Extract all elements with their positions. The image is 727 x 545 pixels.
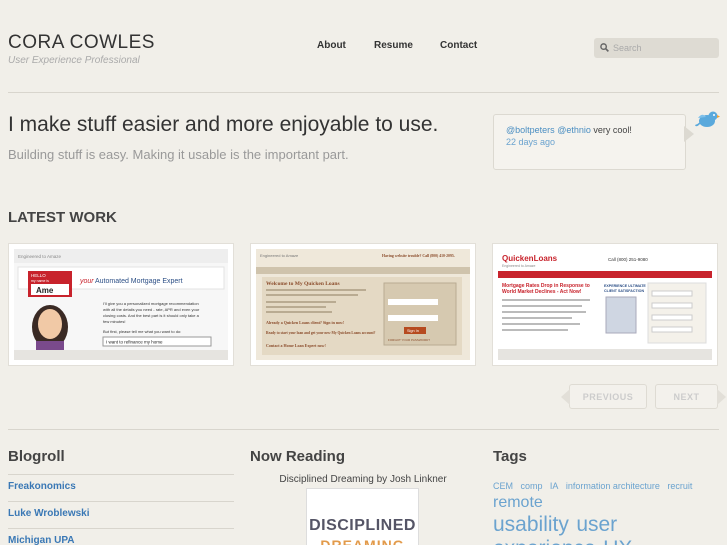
tag-link[interactable]: comp [520, 481, 542, 491]
thumb-award: EXPERIENCE ULTIMATE [604, 284, 646, 288]
thumb-logo: QuickenLoans [502, 254, 558, 263]
tweet-mention-link[interactable]: @ethnio [557, 125, 591, 135]
thumb-body-line: with all the details you need - rate, AP… [103, 307, 200, 312]
thumb-call: Call (800) 251-9080 [608, 257, 648, 262]
search-input[interactable] [613, 43, 713, 53]
thumb-body-line: I'll give you a personalized mortgage re… [103, 301, 199, 306]
search-icon [600, 39, 609, 57]
nav-about-link[interactable]: About [317, 40, 346, 51]
thumb-select: I want to refinance my home [106, 340, 163, 345]
previous-label: PREVIOUS [582, 391, 634, 402]
carousel-next-button[interactable]: NEXT [655, 384, 726, 409]
book-cover-title: DISCIPLINED [309, 517, 416, 534]
site-title[interactable]: CORA COWLES [8, 32, 155, 54]
twitter-bird-icon [694, 108, 720, 135]
blogroll-divider [8, 474, 234, 475]
tweet-bubble-tail [684, 126, 694, 142]
thumb-prompt: But first, please tell me what you want … [103, 329, 181, 334]
tag-link[interactable]: recruit [667, 481, 692, 491]
thumb-badge-subtitle: my name is [31, 279, 49, 283]
tag-link[interactable]: CEM [493, 481, 513, 491]
thumb-title-your: your [79, 278, 94, 285]
book-caption: Disciplined Dreaming by Josh Linkner [279, 474, 447, 485]
tag-link[interactable]: remote [493, 494, 543, 511]
thumb-badge-name: Ame [36, 286, 54, 295]
tag-link[interactable]: experience [493, 537, 596, 545]
site-tagline: User Experience Professional [8, 55, 140, 66]
latest-work-heading: LATEST WORK [8, 209, 117, 226]
thumb-brand: Engineered to Amaze [260, 253, 299, 258]
nav-contact-link[interactable]: Contact [440, 40, 477, 51]
thumb-cta: Contact a Home Loan Expert now! [266, 343, 326, 348]
hero-subheadline: Building stuff is easy. Making it usable… [8, 147, 349, 162]
tag-link[interactable]: IA [550, 481, 559, 491]
thumb-brand: Engineered to Amaze [18, 254, 62, 259]
section-divider [8, 429, 719, 430]
search-box[interactable] [594, 38, 719, 58]
thumb-signin: Sign In [407, 329, 419, 333]
thumb-badge-hello: HELLO [31, 273, 46, 278]
tag-link[interactable]: usability [493, 513, 569, 536]
tweet-timestamp-link[interactable]: 22 days ago [506, 137, 673, 147]
tweet-text: very cool! [590, 125, 632, 135]
thumb-logo-sub: Engineered to Amaze [502, 264, 536, 268]
thumb-headline: World Market Declines - Act Now! [502, 289, 582, 295]
nav-resume-link[interactable]: Resume [374, 40, 413, 51]
arrow-right-icon [717, 389, 726, 405]
book-cover-title: DREAMING [320, 537, 405, 545]
thumb-heading: Welcome to My Quicken Loans [266, 281, 340, 287]
next-label: NEXT [673, 391, 700, 402]
book-cover[interactable]: DISCIPLINED DREAMING [306, 488, 419, 545]
now-reading-heading: Now Reading [250, 448, 346, 465]
carousel-previous-button[interactable]: PREVIOUS [561, 384, 647, 409]
work-thumbnail-my-quicken-loans[interactable]: Engineered to Amaze Having website troub… [250, 243, 476, 366]
tag-link[interactable]: user [576, 513, 617, 536]
thumb-help: Having website trouble? Call (800) 410-2… [382, 254, 455, 258]
hero-headline: I make stuff easier and more enjoyable t… [8, 113, 439, 136]
thumb-award: CLIENT SATISFACTION [604, 289, 644, 293]
thumb-forgot: FORGOT YOUR PASSWORD? [388, 338, 430, 342]
work-thumbnail-mortgage-expert[interactable]: Engineered to Amaze HELLO my name is Ame… [8, 243, 234, 366]
tweet-mention-link[interactable]: @boltpeters [506, 125, 555, 135]
thumb-title: Automated Mortgage Expert [95, 278, 183, 285]
tag-link[interactable]: information architecture [566, 481, 660, 491]
thumb-cta: Already a Quicken Loans client? Sign in … [266, 320, 344, 325]
arrow-left-icon [561, 389, 570, 405]
thumb-cta: Ready to start your loan and get your ne… [266, 331, 376, 335]
blogroll-link[interactable]: Luke Wroblewski [8, 508, 90, 519]
tag-cloud: CEM comp IA information architecture rec… [493, 476, 719, 545]
blogroll-divider [8, 501, 234, 502]
tags-heading: Tags [493, 448, 527, 465]
tag-link[interactable]: UX [603, 537, 632, 545]
header-divider [8, 92, 719, 93]
thumb-body-line: closing costs. And the best part is it s… [103, 313, 200, 318]
latest-tweet: @boltpeters @ethnio very cool! 22 days a… [493, 114, 686, 170]
blogroll-link[interactable]: Michigan UPA [8, 535, 74, 545]
blogroll-link[interactable]: Freakonomics [8, 481, 76, 492]
blogroll-heading: Blogroll [8, 448, 65, 465]
work-thumbnail-quicken-loans-home[interactable]: QuickenLoans Engineered to Amaze Call (8… [492, 243, 718, 366]
blogroll-divider [8, 528, 234, 529]
thumb-body-line: few minutes! [103, 319, 125, 324]
